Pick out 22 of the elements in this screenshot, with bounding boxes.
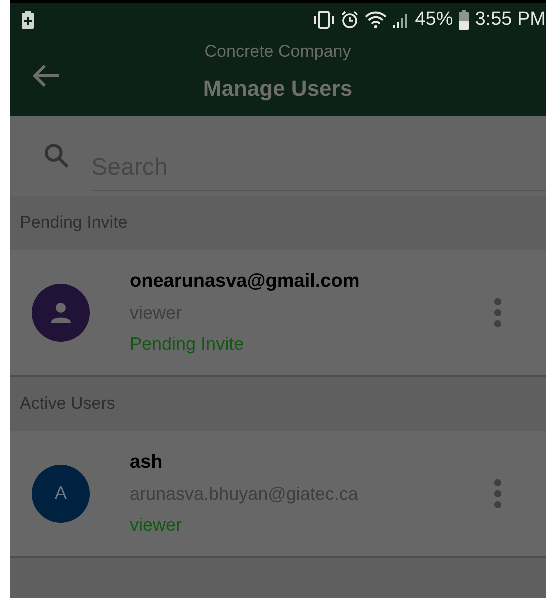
back-arrow-icon	[32, 64, 60, 88]
alarm-clock-icon	[341, 10, 360, 28]
more-options-button[interactable]	[493, 298, 503, 328]
user-status: viewer	[130, 514, 184, 536]
avatar-initial: A	[32, 464, 90, 522]
wifi-icon	[365, 10, 388, 28]
back-button[interactable]	[32, 64, 60, 88]
screen-title: Manage Users	[203, 76, 353, 102]
user-name: onearunasva@gmail.com	[130, 270, 361, 292]
company-name: Concrete Company	[204, 42, 352, 62]
more-icon	[493, 478, 503, 508]
user-name: ash	[130, 452, 164, 474]
more-icon	[493, 298, 503, 328]
search-icon	[44, 143, 70, 169]
signal-icon	[393, 12, 410, 28]
vibrate-icon	[313, 10, 336, 28]
more-options-button[interactable]	[493, 478, 503, 508]
battery-percent: 45%	[415, 8, 454, 30]
clock-time: 3:55 PM	[475, 8, 546, 30]
battery-charging-icon	[22, 10, 34, 28]
battery-icon	[459, 10, 470, 30]
user-status: Pending Invite	[130, 334, 246, 354]
